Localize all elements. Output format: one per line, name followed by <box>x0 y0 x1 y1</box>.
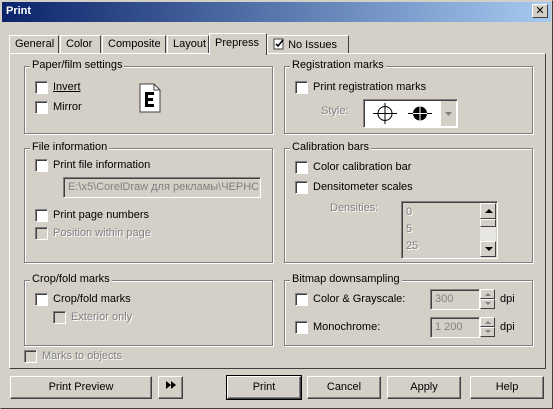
spin-down-icon[interactable] <box>480 299 495 309</box>
tab-color[interactable]: Color <box>60 35 101 54</box>
crop-fold-group: Crop/fold marks Crop/fold marks Exterior… <box>24 273 273 346</box>
list-item[interactable]: 5 <box>406 223 412 235</box>
invert-checkbox[interactable] <box>35 81 48 94</box>
cancel-button[interactable]: Cancel <box>307 376 381 399</box>
mono-dpi-field[interactable]: 1 200 <box>430 317 480 338</box>
print-page-numbers-checkbox[interactable] <box>35 209 48 222</box>
file-info-group: File information Print file information … <box>24 141 273 263</box>
exterior-only-checkbox <box>53 311 66 324</box>
registration-mark-preview <box>365 101 441 126</box>
print-preview-button[interactable]: Print Preview <box>10 376 152 399</box>
position-within-page-checkbox <box>35 227 48 240</box>
exterior-only-label: Exterior only <box>71 311 133 323</box>
spin-down-icon[interactable] <box>480 327 495 337</box>
print-registration-label: Print registration marks <box>313 81 427 93</box>
list-item[interactable]: 25 <box>406 240 418 252</box>
scroll-up-icon[interactable] <box>480 203 496 219</box>
group-legend: Crop/fold marks <box>30 273 112 285</box>
marks-to-objects-label: Marks to objects <box>42 350 123 362</box>
dropdown-arrow-icon[interactable] <box>441 101 456 126</box>
color-dpi-spinner[interactable] <box>480 289 495 310</box>
mirror-checkbox[interactable] <box>35 101 48 114</box>
monochrome-label: Monochrome: <box>313 321 381 333</box>
paper-film-group: Paper/film settings Invert Mirror <box>24 59 273 134</box>
tab-label: Prepress <box>215 37 260 49</box>
color-dpi-field[interactable]: 300 <box>430 289 480 310</box>
color-grayscale-checkbox[interactable] <box>295 293 308 306</box>
color-grayscale-label: Color & Grayscale: <box>313 293 406 305</box>
densitometer-label: Densitometer scales <box>313 181 413 193</box>
spin-up-icon[interactable] <box>480 317 495 327</box>
print-registration-checkbox[interactable] <box>295 81 308 94</box>
mirror-label: Mirror <box>53 101 82 113</box>
list-item[interactable]: 0 <box>406 206 412 218</box>
color-calibration-checkbox[interactable] <box>295 161 308 174</box>
position-within-page-label: Position within page <box>53 227 151 239</box>
registration-style-dropdown[interactable] <box>363 99 458 128</box>
monochrome-checkbox[interactable] <box>295 321 308 334</box>
print-dialog: Print ✕ General Color Composite Layout P… <box>0 0 553 409</box>
invert-label: Invert <box>53 81 81 93</box>
tab-label: General <box>15 38 55 50</box>
color-dpi-unit: dpi <box>500 293 515 305</box>
crop-fold-label: Crop/fold marks <box>53 293 131 305</box>
tab-label: No Issues <box>288 39 337 51</box>
check-document-icon <box>273 38 285 50</box>
mono-dpi-spinner[interactable] <box>480 317 495 338</box>
scroll-down-icon[interactable] <box>480 241 496 257</box>
registration-group: Registration marks Print registration ma… <box>284 59 533 134</box>
title-bar: Print ✕ <box>2 2 551 22</box>
tab-label: Color <box>66 38 93 50</box>
window-title: Print <box>6 5 32 17</box>
group-legend: Calibration bars <box>290 141 372 153</box>
bitmap-group: Bitmap downsampling Color & Grayscale: 3… <box>284 273 533 346</box>
page-preview-icon <box>139 83 161 113</box>
group-legend: Bitmap downsampling <box>290 273 402 285</box>
style-label: Style: <box>321 105 349 117</box>
help-button[interactable]: Help <box>470 376 544 399</box>
marks-to-objects-checkbox <box>24 350 37 363</box>
color-calibration-label: Color calibration bar <box>313 161 412 173</box>
group-legend: Paper/film settings <box>30 59 125 71</box>
apply-button[interactable]: Apply <box>387 376 461 399</box>
tab-prepress[interactable]: Prepress <box>209 33 267 55</box>
double-chevron-right-icon <box>165 378 177 390</box>
calibration-group: Calibration bars Color calibration bar D… <box>284 141 533 263</box>
file-path-field[interactable]: E:\x5\CorelDraw для рекламы\ЧЕРНС <box>63 177 261 198</box>
crop-fold-checkbox[interactable] <box>35 293 48 306</box>
densities-listbox[interactable]: 0 5 25 <box>401 201 498 259</box>
densities-label: Densities: <box>330 202 379 214</box>
close-button[interactable]: ✕ <box>532 4 548 18</box>
tab-composite[interactable]: Composite <box>102 35 166 54</box>
mono-dpi-unit: dpi <box>500 321 515 333</box>
tab-label: Composite <box>108 38 161 50</box>
densitometer-checkbox[interactable] <box>295 181 308 194</box>
expand-preview-button[interactable] <box>158 376 183 399</box>
tab-no-issues[interactable]: No Issues <box>267 35 349 54</box>
print-file-info-checkbox[interactable] <box>35 159 48 172</box>
group-legend: Registration marks <box>290 59 386 71</box>
prepress-panel: Paper/film settings Invert Mirror File i… <box>9 53 546 369</box>
tab-label: Layout <box>173 38 207 50</box>
group-legend: File information <box>30 141 110 153</box>
tab-layout[interactable]: Layout <box>167 35 209 54</box>
print-file-info-label: Print file information <box>53 159 151 171</box>
scroll-thumb[interactable] <box>480 219 496 227</box>
tab-general[interactable]: General <box>9 35 59 54</box>
print-page-numbers-label: Print page numbers <box>53 209 149 221</box>
print-button[interactable]: Print <box>226 375 302 400</box>
densities-scrollbar[interactable] <box>480 203 496 257</box>
spin-up-icon[interactable] <box>480 289 495 299</box>
